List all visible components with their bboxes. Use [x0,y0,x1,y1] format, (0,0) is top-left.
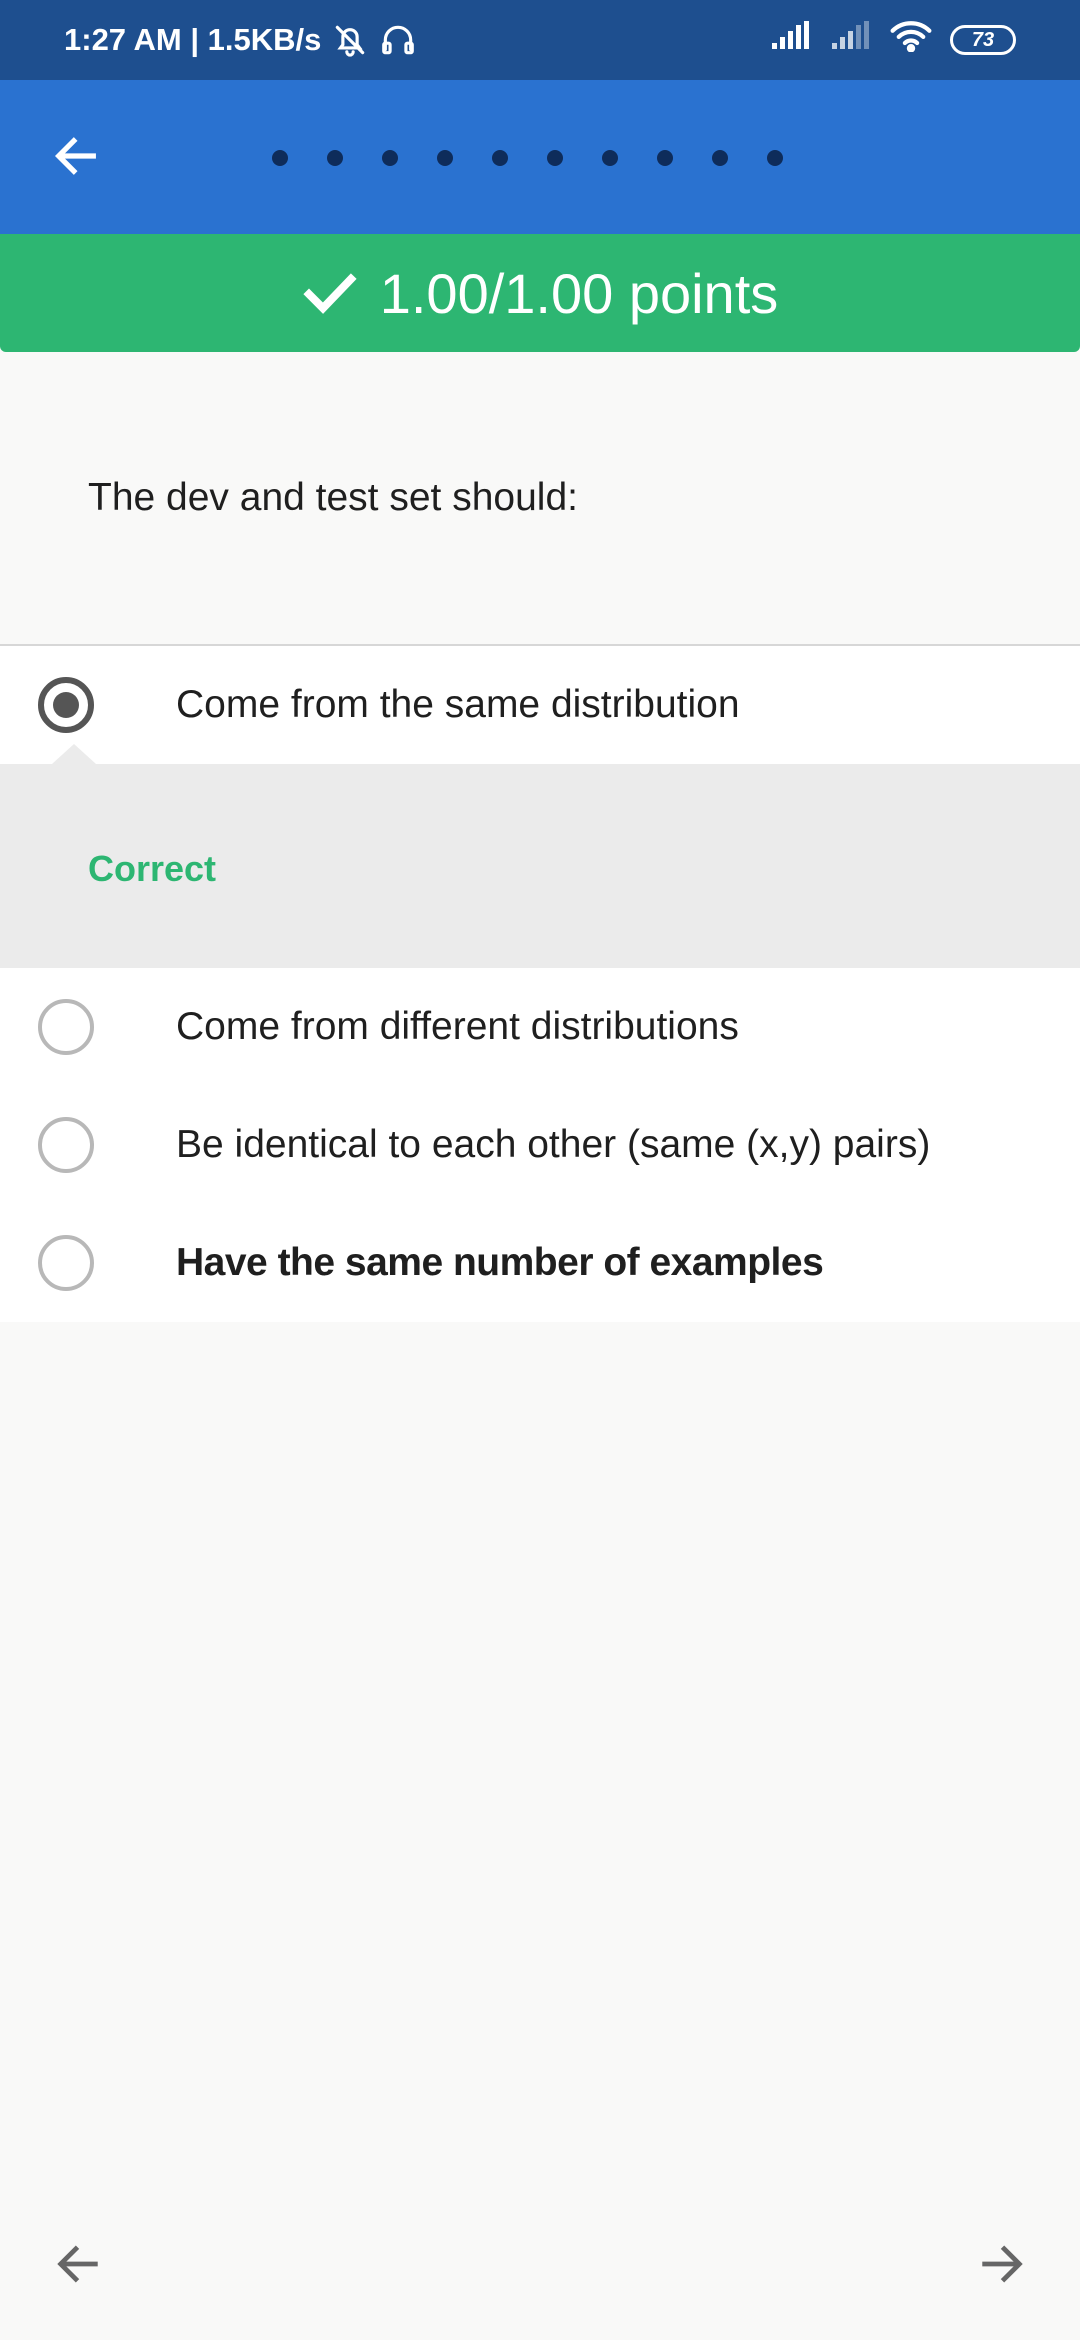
status-right: 73 [770,20,1016,60]
status-time-speed: 1:27 AM | 1.5KB/s [64,22,322,57]
status-bar: 1:27 AM | 1.5KB/s 73 [0,0,1080,80]
question-progress-dots [272,150,783,166]
page-dot[interactable] [602,150,618,166]
radio-icon[interactable] [38,1117,94,1173]
battery-indicator: 73 [950,25,1016,55]
answer-feedback: Correct [0,744,1080,968]
page-dot[interactable] [492,150,508,166]
question-text: The dev and test set should: [88,476,578,519]
toolbar [0,80,1080,234]
option-label: Have the same number of examples [176,1241,824,1284]
page-dot[interactable] [712,150,728,166]
answer-option-different-distributions[interactable]: Come from different distributions [0,968,1080,1086]
option-label: Be identical to each other (same (x,y) p… [176,1123,931,1166]
wifi-icon [890,20,932,60]
checkmark-icon [303,273,357,314]
page-dot[interactable] [767,150,783,166]
score-banner: 1.00/1.00 points [0,234,1080,352]
answer-option-same-distribution[interactable]: Come from the same distribution [0,646,1080,764]
arrow-right-icon [982,2245,1023,2283]
status-left: 1:27 AM | 1.5KB/s [64,21,417,59]
signal-icon [770,21,812,59]
arrow-left-icon [54,137,96,175]
page-dot[interactable] [382,150,398,166]
next-question-button[interactable] [970,2232,1034,2296]
page-dot[interactable] [272,150,288,166]
answer-option-same-number[interactable]: Have the same number of examples [0,1204,1080,1322]
headphones-icon [379,21,417,59]
previous-question-button[interactable] [46,2232,110,2296]
arrow-left-icon [57,2245,98,2283]
signal-icon-secondary [830,21,872,59]
radio-icon[interactable] [38,999,94,1055]
page-dot[interactable] [657,150,673,166]
page-dot[interactable] [327,150,343,166]
feedback-text: Correct [88,848,217,889]
bell-off-icon [331,21,369,59]
answer-option-identical[interactable]: Be identical to each other (same (x,y) p… [0,1086,1080,1204]
option-label: Come from different distributions [176,1005,739,1048]
back-button[interactable] [44,124,108,188]
page-dot[interactable] [547,150,563,166]
radio-icon[interactable] [38,1235,94,1291]
radio-selected-icon[interactable] [38,677,94,733]
option-label: Come from the same distribution [176,683,740,726]
score-text: 1.00/1.00 points [379,261,779,325]
page-dot[interactable] [437,150,453,166]
answer-options: Come from the same distribution Correct … [0,646,1080,1322]
